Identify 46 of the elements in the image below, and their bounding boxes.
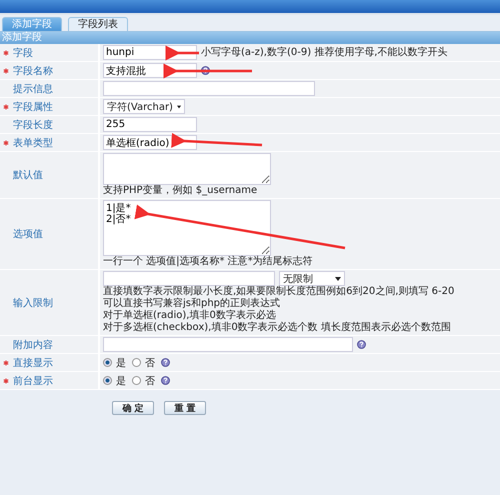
input-field[interactable]: 255 (103, 117, 197, 132)
radio-button[interactable] (103, 358, 112, 367)
help-icon[interactable] (357, 340, 366, 349)
field-label: 默认值 (12, 169, 43, 182)
field-label: 附加内容 (12, 338, 53, 352)
text-area[interactable]: 1|是* 2|否* (103, 200, 271, 256)
radio-button[interactable] (132, 358, 141, 367)
caret-icon (335, 276, 341, 280)
field-label: 选项值 (12, 228, 43, 241)
field-label: 表单类型 (12, 136, 53, 150)
input-field[interactable] (103, 81, 315, 96)
input-field[interactable]: 单选框(radio) (103, 135, 197, 150)
form-button[interactable]: 确 定 (112, 401, 154, 415)
radio-button[interactable] (103, 376, 112, 385)
input-field[interactable] (103, 271, 275, 286)
tab[interactable]: 字段列表 (68, 17, 128, 31)
help-icon[interactable] (161, 376, 170, 385)
hint-text: 可以直接书写兼容js和php的正则表达式 (103, 298, 282, 310)
field-label: 字段 (12, 46, 33, 60)
hint-text: 支持PHP变量，例如 $_username (103, 185, 258, 197)
field-label: 字段长度 (12, 118, 53, 132)
help-icon[interactable] (161, 358, 170, 367)
field-label: 直接显示 (12, 356, 53, 370)
field-label: 字段属性 (12, 100, 53, 114)
hint-text: 一行一个 选项值|选项名称* 注意*为结尾标志符 (103, 256, 314, 268)
hint-text: 对于多选框(checkbox),填非0数字表示必选个数 填长度范围表示必选个数范围 (103, 322, 452, 334)
hint-text: 直接填数字表示限制最小长度,如果要限制长度范围例如6到20之间,则填写 6-20 (103, 286, 456, 298)
section-header: 添加字段 (0, 32, 500, 44)
hint-text: 小写字母(a-z),数字(0-9) 推荐使用字母,不能以数字开头 (201, 46, 448, 58)
field-label: 提示信息 (12, 82, 53, 96)
radio-label: 是 (116, 356, 126, 370)
field-label: 字段名称 (12, 64, 53, 78)
field-label: 前台显示 (12, 374, 53, 388)
annotation-arrow (166, 46, 199, 60)
radio-label: 否 (145, 374, 155, 388)
hint-text: 对于单选框(radio),填非0数字表示必选 (103, 310, 277, 322)
field-label: 输入限制 (12, 296, 53, 310)
caret-icon (176, 104, 181, 108)
radio-button[interactable] (132, 376, 141, 385)
help-icon[interactable] (201, 66, 210, 75)
select-field[interactable]: 无限制 (279, 271, 345, 286)
select-field[interactable]: 字符(Varchar) (103, 99, 185, 114)
input-field[interactable] (103, 337, 353, 352)
radio-label: 是 (116, 374, 126, 388)
form-button[interactable]: 重 置 (164, 401, 206, 415)
radio-label: 否 (145, 356, 155, 370)
